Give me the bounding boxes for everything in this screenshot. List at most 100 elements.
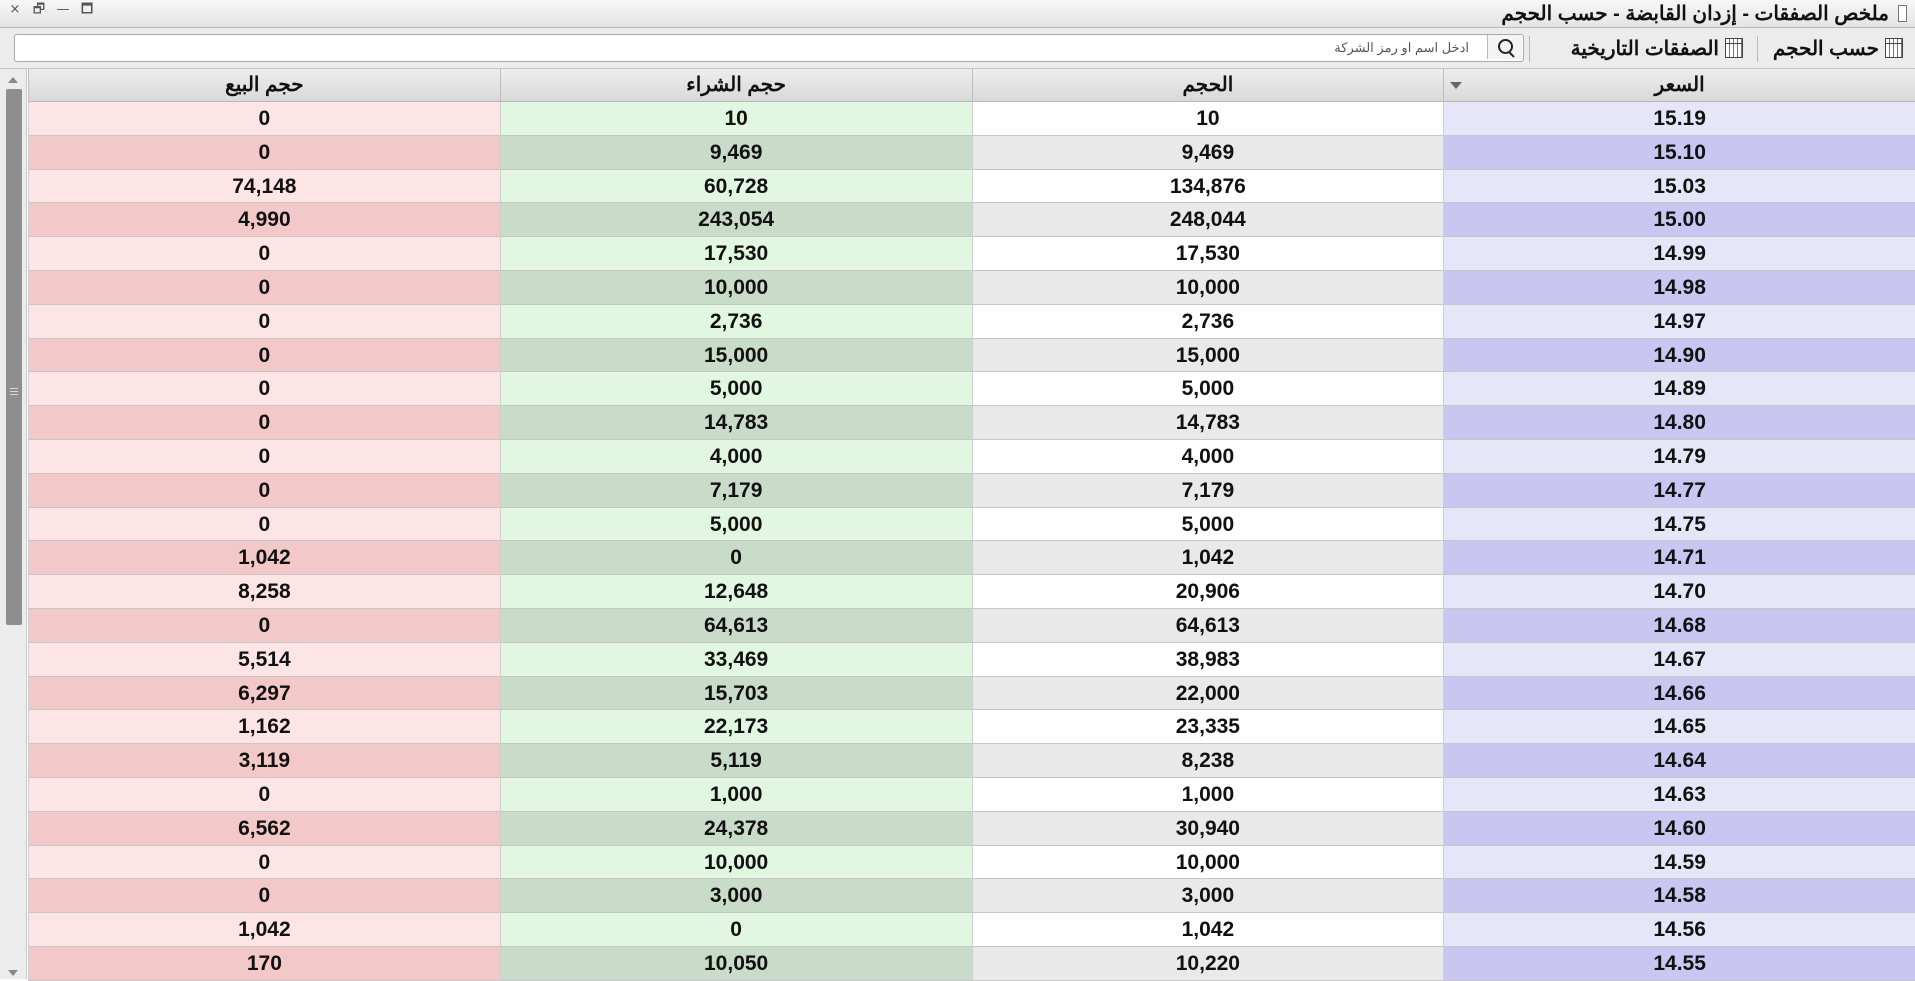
cell-sell-volume: 0: [28, 102, 500, 136]
cell-buy-volume: 4,000: [499, 439, 972, 474]
toolbar-divider: [1757, 36, 1758, 62]
cell-sell-volume: 170: [28, 946, 500, 981]
search-input[interactable]: [15, 35, 1475, 59]
table-row[interactable]: 14.71 1,042 0 1,042: [28, 541, 1915, 576]
table-row[interactable]: 15.00 248,044 243,054 4,990: [28, 203, 1915, 238]
table-body: 15.19 10 10 0 15.10 9,469 9,469 0 15.03 134,876 60…: [28, 102, 1915, 981]
calendar-icon: [1725, 38, 1743, 58]
cell-buy-volume: 15,703: [499, 676, 972, 711]
table-icon: [1885, 38, 1903, 58]
cell-sell-volume: 3,119: [28, 744, 500, 778]
cell-sell-volume: 0: [28, 372, 500, 407]
table-row[interactable]: 14.89 5,000 5,000 0: [28, 372, 1915, 407]
maximize-icon[interactable]: 🗖: [76, 2, 98, 18]
minimize-icon[interactable]: —: [52, 2, 74, 18]
cell-sell-volume: 0: [28, 845, 500, 880]
cell-sell-volume: 0: [28, 777, 500, 812]
window-controls: × 🗗 — 🗖: [4, 2, 98, 18]
table-row[interactable]: 15.19 10 10 0: [28, 102, 1915, 136]
table-row[interactable]: 14.66 22,000 15,703 6,297: [28, 676, 1915, 711]
cell-sell-volume: 0: [28, 608, 500, 643]
cell-price: 14.65: [1443, 710, 1915, 745]
cell-buy-volume: 12,648: [499, 575, 972, 609]
table-row[interactable]: 15.03 134,876 60,728 74,148: [28, 169, 1915, 204]
table-row[interactable]: 14.60 30,940 24,378 6,562: [28, 811, 1915, 846]
column-header-sell-volume[interactable]: حجم البيع: [28, 69, 500, 101]
cell-sell-volume: 1,042: [28, 913, 500, 947]
table-row[interactable]: 14.70 20,906 12,648 8,258: [28, 575, 1915, 609]
cell-volume: 15,000: [971, 338, 1444, 373]
cell-sell-volume: 0: [28, 406, 500, 440]
table-row[interactable]: 14.65 23,335 22,173 1,162: [28, 710, 1915, 745]
cell-volume: 30,940: [971, 811, 1444, 846]
cell-buy-volume: 7,179: [499, 473, 972, 508]
cell-sell-volume: 0: [28, 507, 500, 542]
search-box: [14, 34, 1524, 62]
historical-trades-button[interactable]: الصفقات التاريخية: [1571, 35, 1743, 61]
cell-buy-volume: 10: [499, 102, 972, 136]
cell-volume: 8,238: [971, 744, 1444, 778]
restore-icon[interactable]: 🗗: [28, 2, 50, 18]
close-icon[interactable]: ×: [4, 2, 26, 18]
cell-buy-volume: 1,000: [499, 777, 972, 812]
cell-sell-volume: 6,297: [28, 676, 500, 711]
table-row[interactable]: 14.80 14,783 14,783 0: [28, 406, 1915, 440]
cell-buy-volume: 0: [499, 913, 972, 947]
table-row[interactable]: 14.59 10,000 10,000 0: [28, 845, 1915, 880]
grip-icon: [10, 388, 18, 396]
table-row[interactable]: 14.98 10,000 10,000 0: [28, 270, 1915, 305]
by-volume-button[interactable]: حسب الحجم: [1773, 35, 1903, 61]
table-header: السعر الحجم حجم الشراء حجم البيع: [28, 69, 1915, 102]
table-row[interactable]: 14.77 7,179 7,179 0: [28, 473, 1915, 508]
cell-buy-volume: 10,000: [499, 270, 972, 305]
cell-price: 14.58: [1443, 879, 1915, 914]
cell-volume: 10: [971, 102, 1444, 136]
cell-price: 14.77: [1443, 473, 1915, 508]
cell-volume: 10,220: [971, 946, 1444, 981]
cell-price: 14.99: [1443, 237, 1915, 271]
scroll-down-icon[interactable]: [8, 970, 18, 976]
cell-price: 14.98: [1443, 270, 1915, 305]
table-row[interactable]: 14.67 38,983 33,469 5,514: [28, 642, 1915, 677]
cell-sell-volume: 5,514: [28, 642, 500, 677]
table-row[interactable]: 14.58 3,000 3,000 0: [28, 879, 1915, 914]
trades-summary-table: السعر الحجم حجم الشراء حجم البيع 15.19 10…: [28, 69, 1915, 981]
table-row[interactable]: 14.64 8,238 5,119 3,119: [28, 744, 1915, 778]
table-row[interactable]: 15.10 9,469 9,469 0: [28, 135, 1915, 170]
table-row[interactable]: 14.63 1,000 1,000 0: [28, 777, 1915, 812]
table-row[interactable]: 14.99 17,530 17,530 0: [28, 237, 1915, 271]
cell-price: 14.80: [1443, 406, 1915, 440]
column-header-price[interactable]: السعر: [1443, 69, 1915, 101]
historical-trades-label: الصفقات التاريخية: [1570, 37, 1719, 60]
vertical-scrollbar[interactable]: [0, 69, 27, 979]
table-row[interactable]: 14.97 2,736 2,736 0: [28, 304, 1915, 339]
table-row[interactable]: 14.55 10,220 10,050 170: [28, 946, 1915, 981]
cell-volume: 2,736: [971, 304, 1444, 339]
cell-price: 14.64: [1443, 744, 1915, 778]
scroll-up-icon[interactable]: [8, 77, 18, 83]
cell-volume: 4,000: [971, 439, 1444, 474]
cell-volume: 10,000: [971, 270, 1444, 305]
cell-buy-volume: 60,728: [499, 169, 972, 204]
cell-volume: 10,000: [971, 845, 1444, 880]
cell-volume: 17,530: [971, 237, 1444, 271]
cell-price: 15.19: [1443, 102, 1915, 136]
table-row[interactable]: 14.68 64,613 64,613 0: [28, 608, 1915, 643]
table-row[interactable]: 14.56 1,042 0 1,042: [28, 913, 1915, 947]
sort-desc-icon: [1450, 82, 1463, 89]
cell-volume: 7,179: [971, 473, 1444, 508]
cell-buy-volume: 5,119: [499, 744, 972, 778]
cell-buy-volume: 22,173: [499, 710, 972, 745]
cell-buy-volume: 15,000: [499, 338, 972, 373]
table-row[interactable]: 14.75 5,000 5,000 0: [28, 507, 1915, 542]
table-row[interactable]: 14.90 15,000 15,000 0: [28, 338, 1915, 373]
cell-volume: 5,000: [971, 372, 1444, 407]
column-header-volume[interactable]: الحجم: [971, 69, 1444, 101]
cell-sell-volume: 74,148: [28, 169, 500, 204]
table-row[interactable]: 14.79 4,000 4,000 0: [28, 439, 1915, 474]
cell-buy-volume: 3,000: [499, 879, 972, 914]
column-header-buy-volume[interactable]: حجم الشراء: [499, 69, 972, 101]
scrollbar-thumb[interactable]: [6, 89, 22, 625]
cell-volume: 1,000: [971, 777, 1444, 812]
search-button[interactable]: [1487, 35, 1522, 59]
